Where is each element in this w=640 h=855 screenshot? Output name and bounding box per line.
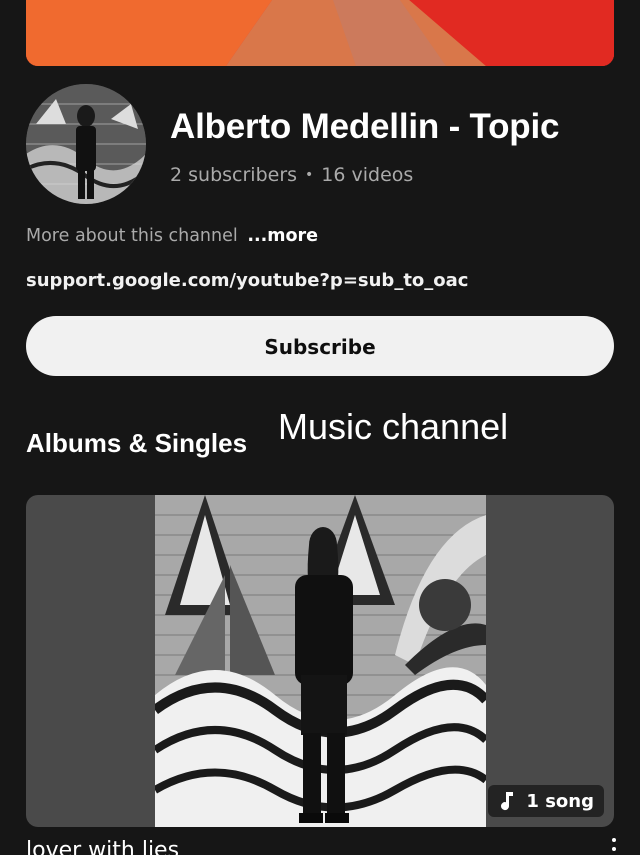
- subscriber-count: 2 subscribers: [170, 164, 298, 186]
- album-cover-image: [155, 495, 486, 827]
- song-count: 1 song: [526, 790, 594, 812]
- about-text: More about this channel: [26, 226, 238, 246]
- more-options-icon[interactable]: [604, 836, 624, 855]
- subscribe-button[interactable]: Subscribe: [26, 316, 614, 376]
- album-card[interactable]: 1 song: [26, 495, 614, 827]
- more-link[interactable]: ...more: [247, 226, 318, 246]
- video-count: 16 videos: [321, 164, 414, 186]
- channel-stats: 2 subscribers • 16 videos: [170, 164, 413, 186]
- meta-separator: •: [305, 167, 314, 183]
- song-count-badge: 1 song: [488, 785, 604, 817]
- channel-avatar[interactable]: [26, 84, 146, 204]
- channel-page: Alberto Medellin - Topic 2 subscribers • 1…: [0, 0, 640, 855]
- channel-link[interactable]: support.google.com/youtube?p=sub_to_oac: [26, 270, 468, 291]
- music-note-icon: [501, 792, 514, 811]
- channel-title: Alberto Medellin - Topic: [170, 107, 560, 146]
- channel-description: More about this channel ...more: [26, 226, 318, 246]
- music-channel-caption: Music channel: [278, 406, 509, 447]
- section-title-albums: Albums & Singles: [26, 428, 248, 458]
- channel-banner: [26, 0, 614, 66]
- album-title[interactable]: lover with lies: [26, 838, 179, 855]
